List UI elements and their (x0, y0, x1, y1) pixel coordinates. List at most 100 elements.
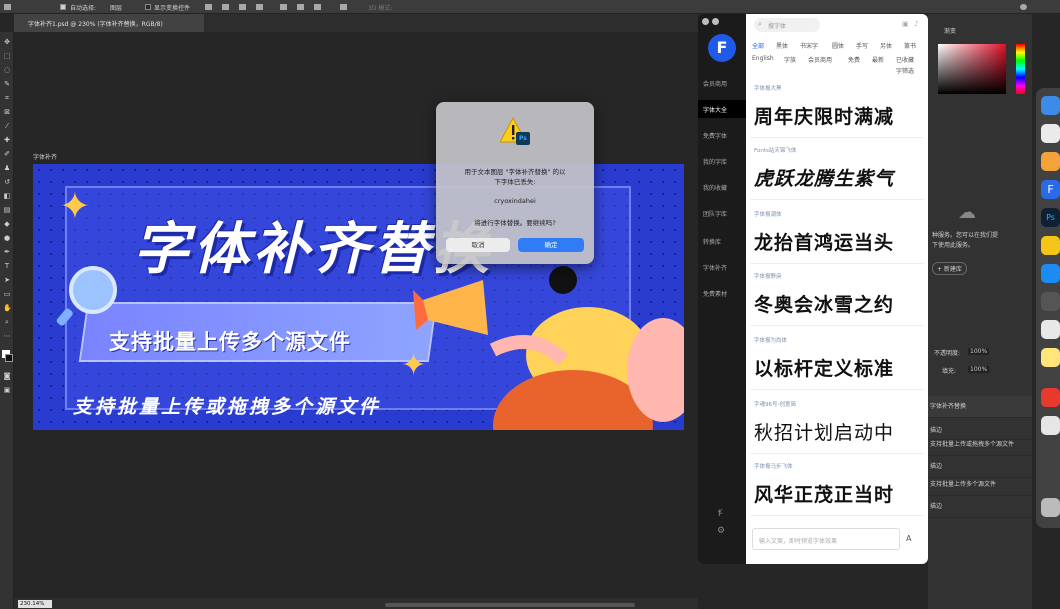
font-search-input[interactable]: 搜字体 (754, 18, 820, 32)
distribute-middle-icon[interactable] (297, 4, 304, 10)
opacity-input[interactable]: 100% (968, 348, 990, 355)
nav-item-member[interactable]: 会员商用 (698, 74, 746, 92)
distribute-icon[interactable] (280, 4, 287, 10)
category-song[interactable]: 书宋字 (800, 41, 818, 50)
nav-item-all-fonts[interactable]: 字体大全 (698, 100, 746, 118)
fill-input[interactable]: 100% (968, 366, 990, 373)
zoom-level-field[interactable]: 230.14% (18, 600, 52, 608)
healing-tool-icon[interactable]: ✚ (3, 136, 11, 144)
category-all[interactable]: 全部 (752, 41, 764, 50)
category-english[interactable]: English (752, 55, 774, 62)
eyedropper-tool-icon[interactable]: ⁄ (3, 122, 11, 130)
color-picker-field[interactable] (938, 44, 1006, 94)
dodge-tool-icon[interactable]: ● (3, 234, 11, 242)
font-list-item[interactable]: Fonts站天锦飞体 虎跃龙腾生紫气 (750, 142, 924, 200)
category-handwriting[interactable]: 手写 (856, 41, 868, 50)
category-newest[interactable]: 最新 (872, 55, 884, 64)
layer-row[interactable]: 支持批量上传多个源文件 (928, 474, 1032, 496)
settings-gear-icon[interactable]: ⚙ (717, 526, 725, 536)
horizontal-scrollbar[interactable] (385, 603, 635, 607)
category-member-commercial[interactable]: 会员商用 (808, 55, 832, 64)
trash-icon[interactable] (1041, 498, 1060, 517)
system-settings-icon[interactable] (1041, 292, 1060, 311)
layer-row[interactable]: 字体补齐替换 (928, 396, 1032, 418)
artboard-label[interactable]: 字体补齐 (33, 152, 57, 161)
quick-select-tool-icon[interactable]: ✎ (3, 80, 11, 88)
notes-app-icon[interactable] (1041, 348, 1060, 367)
search-icon[interactable] (1020, 4, 1027, 10)
nav-item-font-fill[interactable]: 字体补齐 (698, 258, 746, 276)
sketch-app-icon[interactable] (1041, 236, 1060, 255)
launchpad-app-icon[interactable] (1041, 124, 1060, 143)
hue-slider[interactable] (1016, 44, 1025, 94)
ok-button[interactable]: 确定 (518, 238, 584, 252)
font-plugin-app-icon[interactable]: F (1041, 180, 1060, 199)
tab-gradients[interactable]: 渐变 (944, 26, 956, 35)
category-free[interactable]: 免费 (848, 55, 860, 64)
nav-item-convert[interactable]: 转换库 (698, 232, 746, 250)
gradient-tool-icon[interactable]: ▤ (3, 206, 11, 214)
nav-item-free-assets[interactable]: 免费素材 (698, 284, 746, 302)
category-family[interactable]: 字族 (784, 55, 796, 64)
align-top-icon[interactable] (256, 4, 263, 10)
window-close-button[interactable] (702, 18, 709, 25)
font-list-item[interactable]: 字体报野戾 冬奥会冰雪之约 (750, 268, 924, 326)
auto-select-dropdown[interactable]: 图层 (110, 3, 122, 12)
cancel-button[interactable]: 取消 (446, 238, 510, 252)
nav-item-my-library[interactable]: 我的字库 (698, 152, 746, 170)
more-options-icon[interactable] (340, 4, 347, 10)
brush-tool-icon[interactable]: ✐ (3, 150, 11, 158)
preview-text-input[interactable]: 输入文案，即时预览字体效果 (752, 528, 900, 550)
category-hei[interactable]: 黑体 (776, 41, 788, 50)
history-brush-icon[interactable]: ↺ (3, 178, 11, 186)
lasso-tool-icon[interactable]: ◌ (3, 66, 11, 74)
font-list-item[interactable]: 字魂96号-创意简 秋招计划启动中 (750, 396, 924, 454)
more-tools-icon[interactable]: ⋯ (3, 332, 11, 340)
category-round[interactable]: 圆体 (832, 41, 844, 50)
photos-app-icon[interactable] (1041, 152, 1060, 171)
align-right-icon[interactable] (239, 4, 246, 10)
font-list-item[interactable]: 字体报为尚体 以标杆定义标准 (750, 332, 924, 390)
screen-mode-icon[interactable]: ▣ (3, 386, 11, 394)
window-minimize-button[interactable] (712, 18, 719, 25)
font-list-item[interactable]: 字体报马步飞体 风华正茂正当时 (750, 458, 924, 516)
document-tab[interactable]: 字体补齐1.psd @ 230% (字体补齐替换，RGB/8) (14, 14, 204, 32)
create-library-button[interactable]: + 新建库 (932, 262, 967, 275)
category-favorited[interactable]: 已收藏 (896, 55, 914, 64)
frame-tool-icon[interactable]: ⊠ (3, 108, 11, 116)
nav-item-free-fonts[interactable]: 免费字体 (698, 126, 746, 144)
filter-button[interactable]: 字筛选 (896, 66, 914, 75)
hand-tool-icon[interactable]: ✋ (3, 304, 12, 312)
nav-item-favorites[interactable]: 我的收藏 (698, 178, 746, 196)
layer-row[interactable]: 支持批量上传或拖拽多个源文件 (928, 434, 1032, 456)
align-left-icon[interactable] (205, 4, 212, 10)
pen-tool-icon[interactable]: ✒ (3, 248, 11, 256)
quick-mask-icon[interactable]: ◙ (3, 372, 11, 380)
crop-tool-icon[interactable]: ⌗ (3, 94, 11, 102)
marquee-tool-icon[interactable]: ⬚ (3, 52, 11, 60)
nav-item-team-library[interactable]: 团队字库 (698, 204, 746, 222)
font-list-item[interactable]: 字体报潮体 龙抬首鸿运当头 (750, 206, 924, 264)
auto-select-checkbox[interactable] (60, 4, 66, 10)
eraser-tool-icon[interactable]: ◧ (3, 192, 11, 200)
rectangle-tool-icon[interactable]: ▭ (3, 290, 11, 298)
show-transform-checkbox[interactable] (145, 4, 151, 10)
path-select-icon[interactable]: ➤ (3, 276, 11, 284)
distribute-bottom-icon[interactable] (314, 4, 321, 10)
chrome-app-icon[interactable] (1041, 320, 1060, 339)
preview-font-button[interactable]: A (906, 534, 911, 543)
move-tool-icon[interactable]: ✥ (3, 38, 11, 46)
type-tool-icon[interactable]: T (3, 262, 11, 270)
stamp-tool-icon[interactable]: ♟ (3, 164, 11, 172)
finder-app-icon[interactable] (1041, 96, 1060, 115)
background-color-swatch[interactable] (5, 354, 13, 362)
zoom-tool-icon[interactable]: ⌕ (3, 318, 11, 326)
layer-row[interactable]: 描边 (928, 496, 1032, 518)
move-tool-icon[interactable] (4, 4, 11, 10)
blur-tool-icon[interactable]: ◆ (3, 220, 11, 228)
acrobat-app-icon[interactable] (1041, 388, 1060, 407)
app-icon[interactable] (1041, 416, 1060, 435)
photoshop-app-icon[interactable]: Ps (1041, 208, 1060, 227)
align-center-icon[interactable] (222, 4, 229, 10)
category-other[interactable]: 另体 (880, 41, 892, 50)
